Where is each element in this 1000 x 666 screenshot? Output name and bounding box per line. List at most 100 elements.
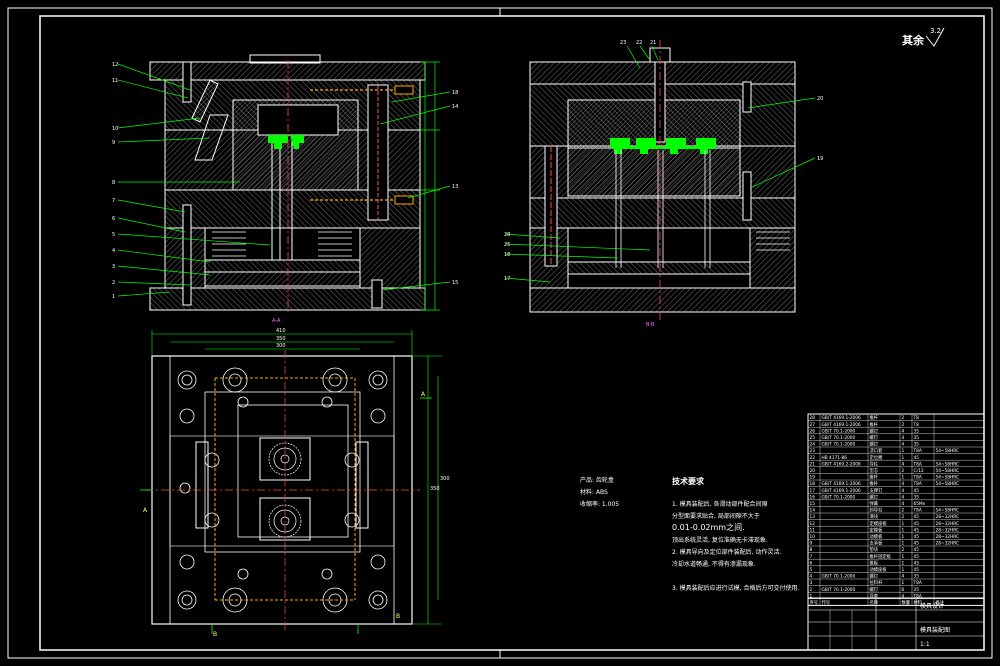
bom-cell: 螺钉 — [870, 434, 879, 441]
balloon-23: 23 — [620, 40, 626, 46]
bom-cell: Cr12 — [914, 468, 925, 474]
product-shrink: 收缩率: 1.005 — [580, 500, 619, 508]
tech-req-line-1: 1. 模具装配后, 各滑动部件配合间隙 — [672, 500, 767, 508]
marker-b-bottom: B — [213, 631, 217, 638]
balloon-12: 12 — [112, 62, 118, 68]
tech-req-line-2: 分型面要求贴合, 局部间隙不大于 — [672, 512, 760, 520]
bom-cell: 13 — [810, 514, 816, 520]
balloon-2: 2 — [112, 280, 115, 286]
plan-view: 410 350 300 350 300 A A B B — [140, 328, 450, 638]
balloon-17: 17 — [504, 276, 510, 282]
bom-cell: 推杆 — [870, 474, 879, 481]
tech-req-line-7: 3. 模具装配后应进行试模, 合格后方可交付使用. — [672, 584, 799, 592]
bom-cell: 27 — [810, 422, 816, 428]
bom-cell: 28~32HRC — [936, 514, 960, 520]
bom-cell: 54~58HRC — [936, 448, 960, 454]
bom-cell: 28~32HRC — [936, 541, 960, 547]
bom-cell: 1 — [902, 560, 905, 566]
bom-cell: T8 — [913, 415, 920, 421]
bom-cell: 推杆 — [870, 421, 879, 428]
bom-cell: T8A — [913, 475, 922, 481]
bom-cell: 12 — [810, 521, 816, 527]
title-dept: 模具设计 — [920, 602, 944, 610]
bom-cell: 2 — [902, 415, 905, 421]
tech-req-line-3: 0.01-0.02mm之间. — [672, 522, 745, 532]
bom-cell: GB/T 70.1-2000 — [822, 587, 856, 593]
bom-cell: 螺钉 — [870, 586, 879, 593]
bom-cell: 35 — [914, 587, 920, 593]
marker-a-right: A — [421, 391, 426, 398]
bom-cell: 28~32HRC — [936, 527, 960, 533]
bom-cell: 4 — [810, 574, 813, 580]
tech-req-heading: 技术要求 — [672, 476, 705, 486]
product-material: 材料: ABS — [580, 488, 608, 496]
bom-header-cell: 序号 — [810, 599, 819, 606]
bom-cell: 定模座板 — [870, 520, 888, 527]
bom-cell: 26 — [810, 428, 816, 434]
bom-cell: 1 — [902, 527, 905, 533]
bom-cell: 35 — [914, 435, 920, 441]
bom-cell: 垫块 — [870, 546, 879, 553]
bom-cell: 浇口套 — [870, 447, 884, 454]
bom-cell: 螺钉 — [870, 427, 879, 434]
bom-cell: 1 — [902, 567, 905, 573]
balloon-15: 15 — [452, 280, 458, 286]
bom-cell: 滑块 — [870, 513, 879, 520]
bom-cell: GB/T 4169.1-2006 — [822, 488, 862, 494]
dim-width-inner: 300 — [276, 343, 286, 349]
bom-cell: 3 — [810, 580, 813, 586]
bom-cell: 18 — [810, 481, 816, 487]
bom-cell: 28 — [810, 415, 816, 421]
bom-cell: 28~32HRC — [936, 534, 960, 540]
bom-cell: 22 — [810, 455, 816, 461]
balloon-7: 7 — [112, 198, 115, 204]
bom-cell: 54~58HRC — [936, 468, 960, 474]
bom-cell: 1 — [902, 541, 905, 547]
bom-cell: 10 — [810, 534, 816, 540]
bom-cell: T8 — [913, 422, 920, 428]
section-b-label: B-B — [646, 322, 655, 328]
bom-cell: 1 — [902, 475, 905, 481]
bom-cell: 16 — [810, 494, 816, 500]
dim-width-plate: 350 — [276, 336, 286, 342]
bom-cell: T8A — [913, 580, 922, 586]
balloon-4: 4 — [112, 248, 115, 254]
bom-cell: 35 — [914, 574, 920, 580]
bom-cell: 11 — [810, 527, 816, 533]
balloon-10: 10 — [112, 126, 118, 132]
bom-cell: 35 — [914, 494, 920, 500]
balloon-6: 6 — [112, 216, 115, 222]
bom-cell: 45 — [914, 534, 920, 540]
balloon-8: 8 — [112, 180, 115, 186]
balloon-13: 13 — [452, 184, 458, 190]
bom-cell: T8A — [913, 508, 922, 514]
bom-cell: GB/T 4169.1-2006 — [822, 422, 862, 428]
bom-cell: GB/T 70.1-2000 — [822, 442, 856, 448]
balloon-3: 3 — [112, 264, 115, 270]
bom-cell: 1 — [902, 534, 905, 540]
bom-cell: 4 — [902, 461, 905, 467]
bom-header-cell: 代号 — [822, 599, 831, 606]
balloon-1: 1 — [112, 294, 115, 300]
bom-cell: 2 — [902, 547, 905, 553]
bom-cell: 45 — [914, 521, 920, 527]
bom-cell: 54~58HRC — [936, 481, 960, 487]
bom-cell: 45 — [914, 560, 920, 566]
bom-cell: 35 — [914, 428, 920, 434]
bom-cell: 4 — [902, 442, 905, 448]
bom-cell: GB/T 4169.1-2006 — [822, 415, 862, 421]
bom-cell: 45 — [914, 514, 920, 520]
bom-cell: 螺钉 — [870, 493, 879, 500]
dim-height-inner: 300 — [440, 476, 450, 482]
bom-cell: 推杆 — [870, 480, 879, 487]
bom-cell: 8 — [810, 547, 813, 553]
bom-cell: 螺钉 — [870, 441, 879, 448]
bom-cell: 4 — [902, 481, 905, 487]
bom-cell: 2 — [810, 587, 813, 593]
bom-cell: 45 — [914, 455, 920, 461]
section-view-a: A-A — [149, 54, 440, 324]
bom-cell: 15 — [810, 501, 816, 507]
bom-cell: 17 — [810, 488, 816, 494]
tech-req-line-6: 冷却水道畅通, 不得有渗漏现象. — [672, 560, 756, 568]
balloon-5: 5 — [112, 232, 115, 238]
